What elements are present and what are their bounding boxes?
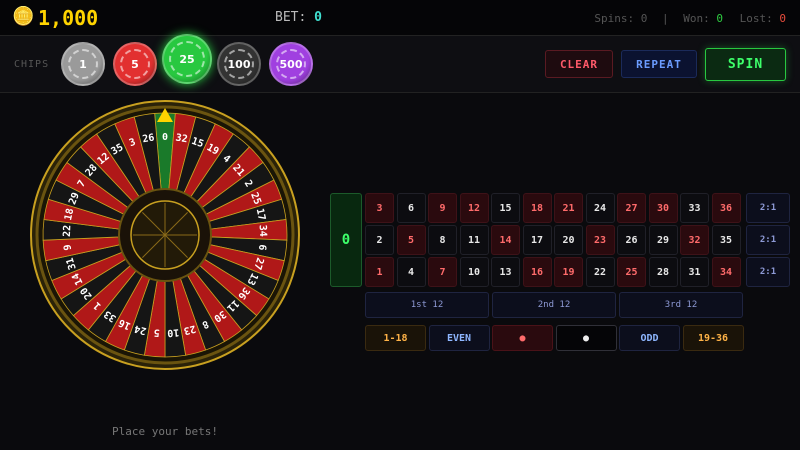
stats-display: Spins: 0 | Won: 0 Lost: 0 <box>594 12 786 25</box>
bet-number-17[interactable]: 17 <box>522 225 552 255</box>
won-label: Won: <box>683 12 710 25</box>
chip-label: 100 <box>227 57 251 71</box>
bet-number-21[interactable]: 21 <box>554 193 583 223</box>
bet-number-19[interactable]: 19 <box>554 257 583 287</box>
wheel-number: 34 <box>257 225 268 237</box>
bet-odd[interactable]: ODD <box>619 325 680 351</box>
bet-number-25[interactable]: 25 <box>617 257 646 287</box>
wheel-number: 32 <box>175 132 189 145</box>
bet-red[interactable]: ● <box>492 325 553 351</box>
bet-dozen-1[interactable]: 1st 12 <box>365 292 489 318</box>
bet-number-10[interactable]: 10 <box>459 257 489 287</box>
bet-number-15[interactable]: 15 <box>491 193 520 223</box>
bet-number-26[interactable]: 26 <box>617 225 646 255</box>
bet-number-1[interactable]: 1 <box>365 257 394 287</box>
bet-number-3[interactable]: 3 <box>365 193 394 223</box>
won-value: 0 <box>716 12 723 25</box>
bet-column-2[interactable]: 2:1 <box>746 225 790 255</box>
lost-label: Lost: <box>739 12 773 25</box>
clear-button[interactable]: CLEAR <box>545 50 613 78</box>
bet-zero[interactable]: 0 <box>330 193 362 287</box>
bet-number-35[interactable]: 35 <box>711 225 741 255</box>
balance-value: 1,000 <box>38 6 99 30</box>
wheel-pointer-icon <box>157 108 173 122</box>
bet-number-16[interactable]: 16 <box>522 257 552 287</box>
status-message: Place your bets! <box>112 425 218 438</box>
bet-high[interactable]: 19-36 <box>682 325 744 351</box>
chip-25[interactable]: 25 <box>162 34 212 84</box>
bet-number-33[interactable]: 33 <box>680 193 709 223</box>
bet-number-5[interactable]: 5 <box>396 225 426 255</box>
chip-label: 500 <box>279 57 303 71</box>
bet-even[interactable]: EVEN <box>428 325 490 351</box>
bet-number-7[interactable]: 7 <box>428 257 457 287</box>
bet-number-18[interactable]: 18 <box>522 193 552 223</box>
stats-separator: | <box>662 12 669 25</box>
bet-number-30[interactable]: 30 <box>648 193 678 223</box>
bet-number-22[interactable]: 22 <box>585 257 615 287</box>
bet-number-34[interactable]: 34 <box>711 257 741 287</box>
bet-number-24[interactable]: 24 <box>585 193 615 223</box>
roulette-wheel: 0 32 15 19421225173462713361130823105241633… <box>30 100 300 370</box>
lost-value: 0 <box>779 12 786 25</box>
bet-number-13[interactable]: 13 <box>491 257 520 287</box>
wheel-number: 22 <box>62 225 73 237</box>
chips-label: CHIPS <box>14 59 50 70</box>
chip-100[interactable]: 100 <box>217 42 261 86</box>
bet-number-23[interactable]: 23 <box>585 225 615 255</box>
wheel-number: 10 <box>167 326 180 338</box>
bet-number-11[interactable]: 11 <box>459 225 489 255</box>
bet-number-2[interactable]: 2 <box>365 225 394 255</box>
top-bar: 🪙 1,000 BET: 0 Spins: 0 | Won: 0 Lost: 0 <box>0 0 800 36</box>
bet-display: BET: 0 <box>275 10 322 25</box>
bet-number-8[interactable]: 8 <box>428 225 457 255</box>
bet-number-31[interactable]: 31 <box>680 257 709 287</box>
repeat-button[interactable]: REPEAT <box>621 50 697 78</box>
bet-column-3[interactable]: 2:1 <box>746 257 790 287</box>
wheel-number: 26 <box>142 132 156 145</box>
bet-column-1[interactable]: 2:1 <box>746 193 790 223</box>
bet-black[interactable]: ● <box>555 325 617 351</box>
chip-label: 5 <box>131 57 139 71</box>
wheel-number: 5 <box>153 326 160 337</box>
chip-1[interactable]: 1 <box>61 42 105 86</box>
bet-value: 0 <box>314 10 322 25</box>
bet-number-28[interactable]: 28 <box>648 257 678 287</box>
bet-number-20[interactable]: 20 <box>554 225 583 255</box>
spin-button[interactable]: SPIN <box>705 48 786 81</box>
bet-number-32[interactable]: 32 <box>680 225 709 255</box>
bet-dozen-2[interactable]: 2nd 12 <box>492 292 616 318</box>
bet-number-36[interactable]: 36 <box>711 193 741 223</box>
chip-label: 1 <box>79 57 87 71</box>
chip-5[interactable]: 5 <box>113 42 157 86</box>
bet-number-12[interactable]: 12 <box>459 193 489 223</box>
spins-label: Spins: <box>594 12 635 25</box>
bet-number-9[interactable]: 9 <box>428 193 457 223</box>
bet-number-14[interactable]: 14 <box>491 225 520 255</box>
bet-dozen-3[interactable]: 3rd 12 <box>619 292 743 318</box>
bet-number-4[interactable]: 4 <box>396 257 426 287</box>
bet-number-6[interactable]: 6 <box>396 193 426 223</box>
chip-500[interactable]: 500 <box>269 42 313 86</box>
bet-number-27[interactable]: 27 <box>617 193 646 223</box>
bet-label: BET: <box>275 10 307 25</box>
coin-icon: 🪙 <box>12 6 35 27</box>
wheel-number: 0 <box>162 132 168 143</box>
chip-label: 25 <box>179 52 195 66</box>
bet-number-29[interactable]: 29 <box>648 225 678 255</box>
chip-bar: CHIPS 1 5 25 100 500 CLEAR REPEAT SPIN <box>0 34 800 93</box>
bet-low[interactable]: 1-18 <box>365 325 426 351</box>
spins-value: 0 <box>640 12 648 25</box>
